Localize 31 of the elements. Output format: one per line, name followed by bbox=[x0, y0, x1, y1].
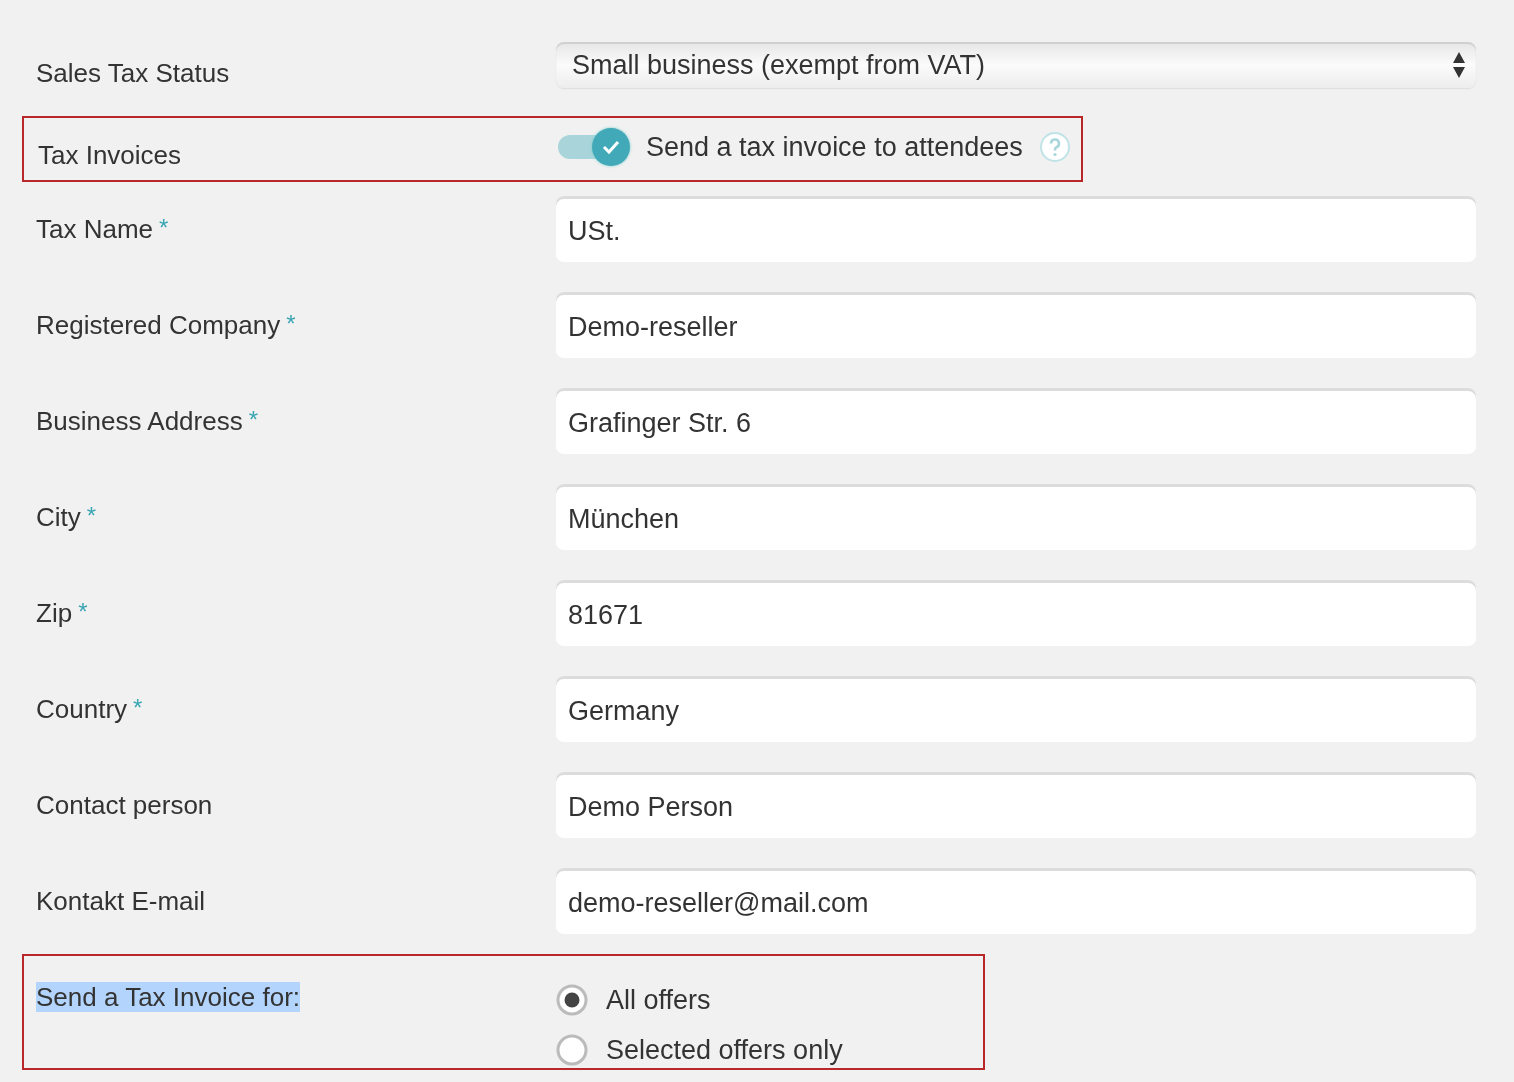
toggle-switch[interactable]: Send a tax invoice to attendees bbox=[558, 128, 1023, 166]
field-label: Registered Company bbox=[36, 310, 281, 341]
required-mark: * bbox=[248, 406, 258, 434]
required-mark: * bbox=[159, 214, 169, 242]
text-field[interactable]: Germany bbox=[556, 676, 1476, 742]
help-icon[interactable] bbox=[1038, 131, 1071, 163]
required-mark: * bbox=[133, 694, 143, 722]
field-label: Contact person bbox=[36, 790, 213, 821]
field-label: Country bbox=[36, 694, 128, 725]
field-label: Tax Invoices bbox=[38, 139, 183, 172]
required-mark: * bbox=[78, 598, 88, 626]
field-label: Tax Name bbox=[36, 214, 154, 245]
field-label: Kontakt E-mail bbox=[36, 886, 206, 917]
required-mark: * bbox=[86, 502, 97, 530]
field-label: Send a Tax Invoice for: bbox=[36, 982, 300, 1012]
radio-option[interactable]: All offers bbox=[556, 984, 843, 1016]
field-label: Business Address bbox=[36, 406, 243, 437]
text-field[interactable]: München bbox=[556, 484, 1476, 550]
field-label: Zip bbox=[36, 598, 73, 629]
radio-option[interactable]: Selected offers only bbox=[556, 1034, 843, 1066]
tax-status-select[interactable]: Small business (exempt from VAT) bbox=[556, 42, 1476, 88]
text-field[interactable]: Demo Person bbox=[556, 772, 1476, 838]
text-field[interactable]: 81671 bbox=[556, 580, 1476, 646]
field-label: Sales Tax Status bbox=[36, 57, 231, 89]
text-field[interactable]: demo-reseller@mail.com bbox=[556, 868, 1476, 934]
text-field[interactable]: Demo-reseller bbox=[556, 292, 1476, 358]
text-field[interactable]: USt. bbox=[556, 196, 1476, 262]
field-label: City bbox=[36, 502, 81, 533]
text-field[interactable]: Grafinger Str. 6 bbox=[556, 388, 1476, 454]
required-mark: * bbox=[286, 310, 296, 338]
updown-arrows-icon bbox=[1452, 51, 1466, 79]
